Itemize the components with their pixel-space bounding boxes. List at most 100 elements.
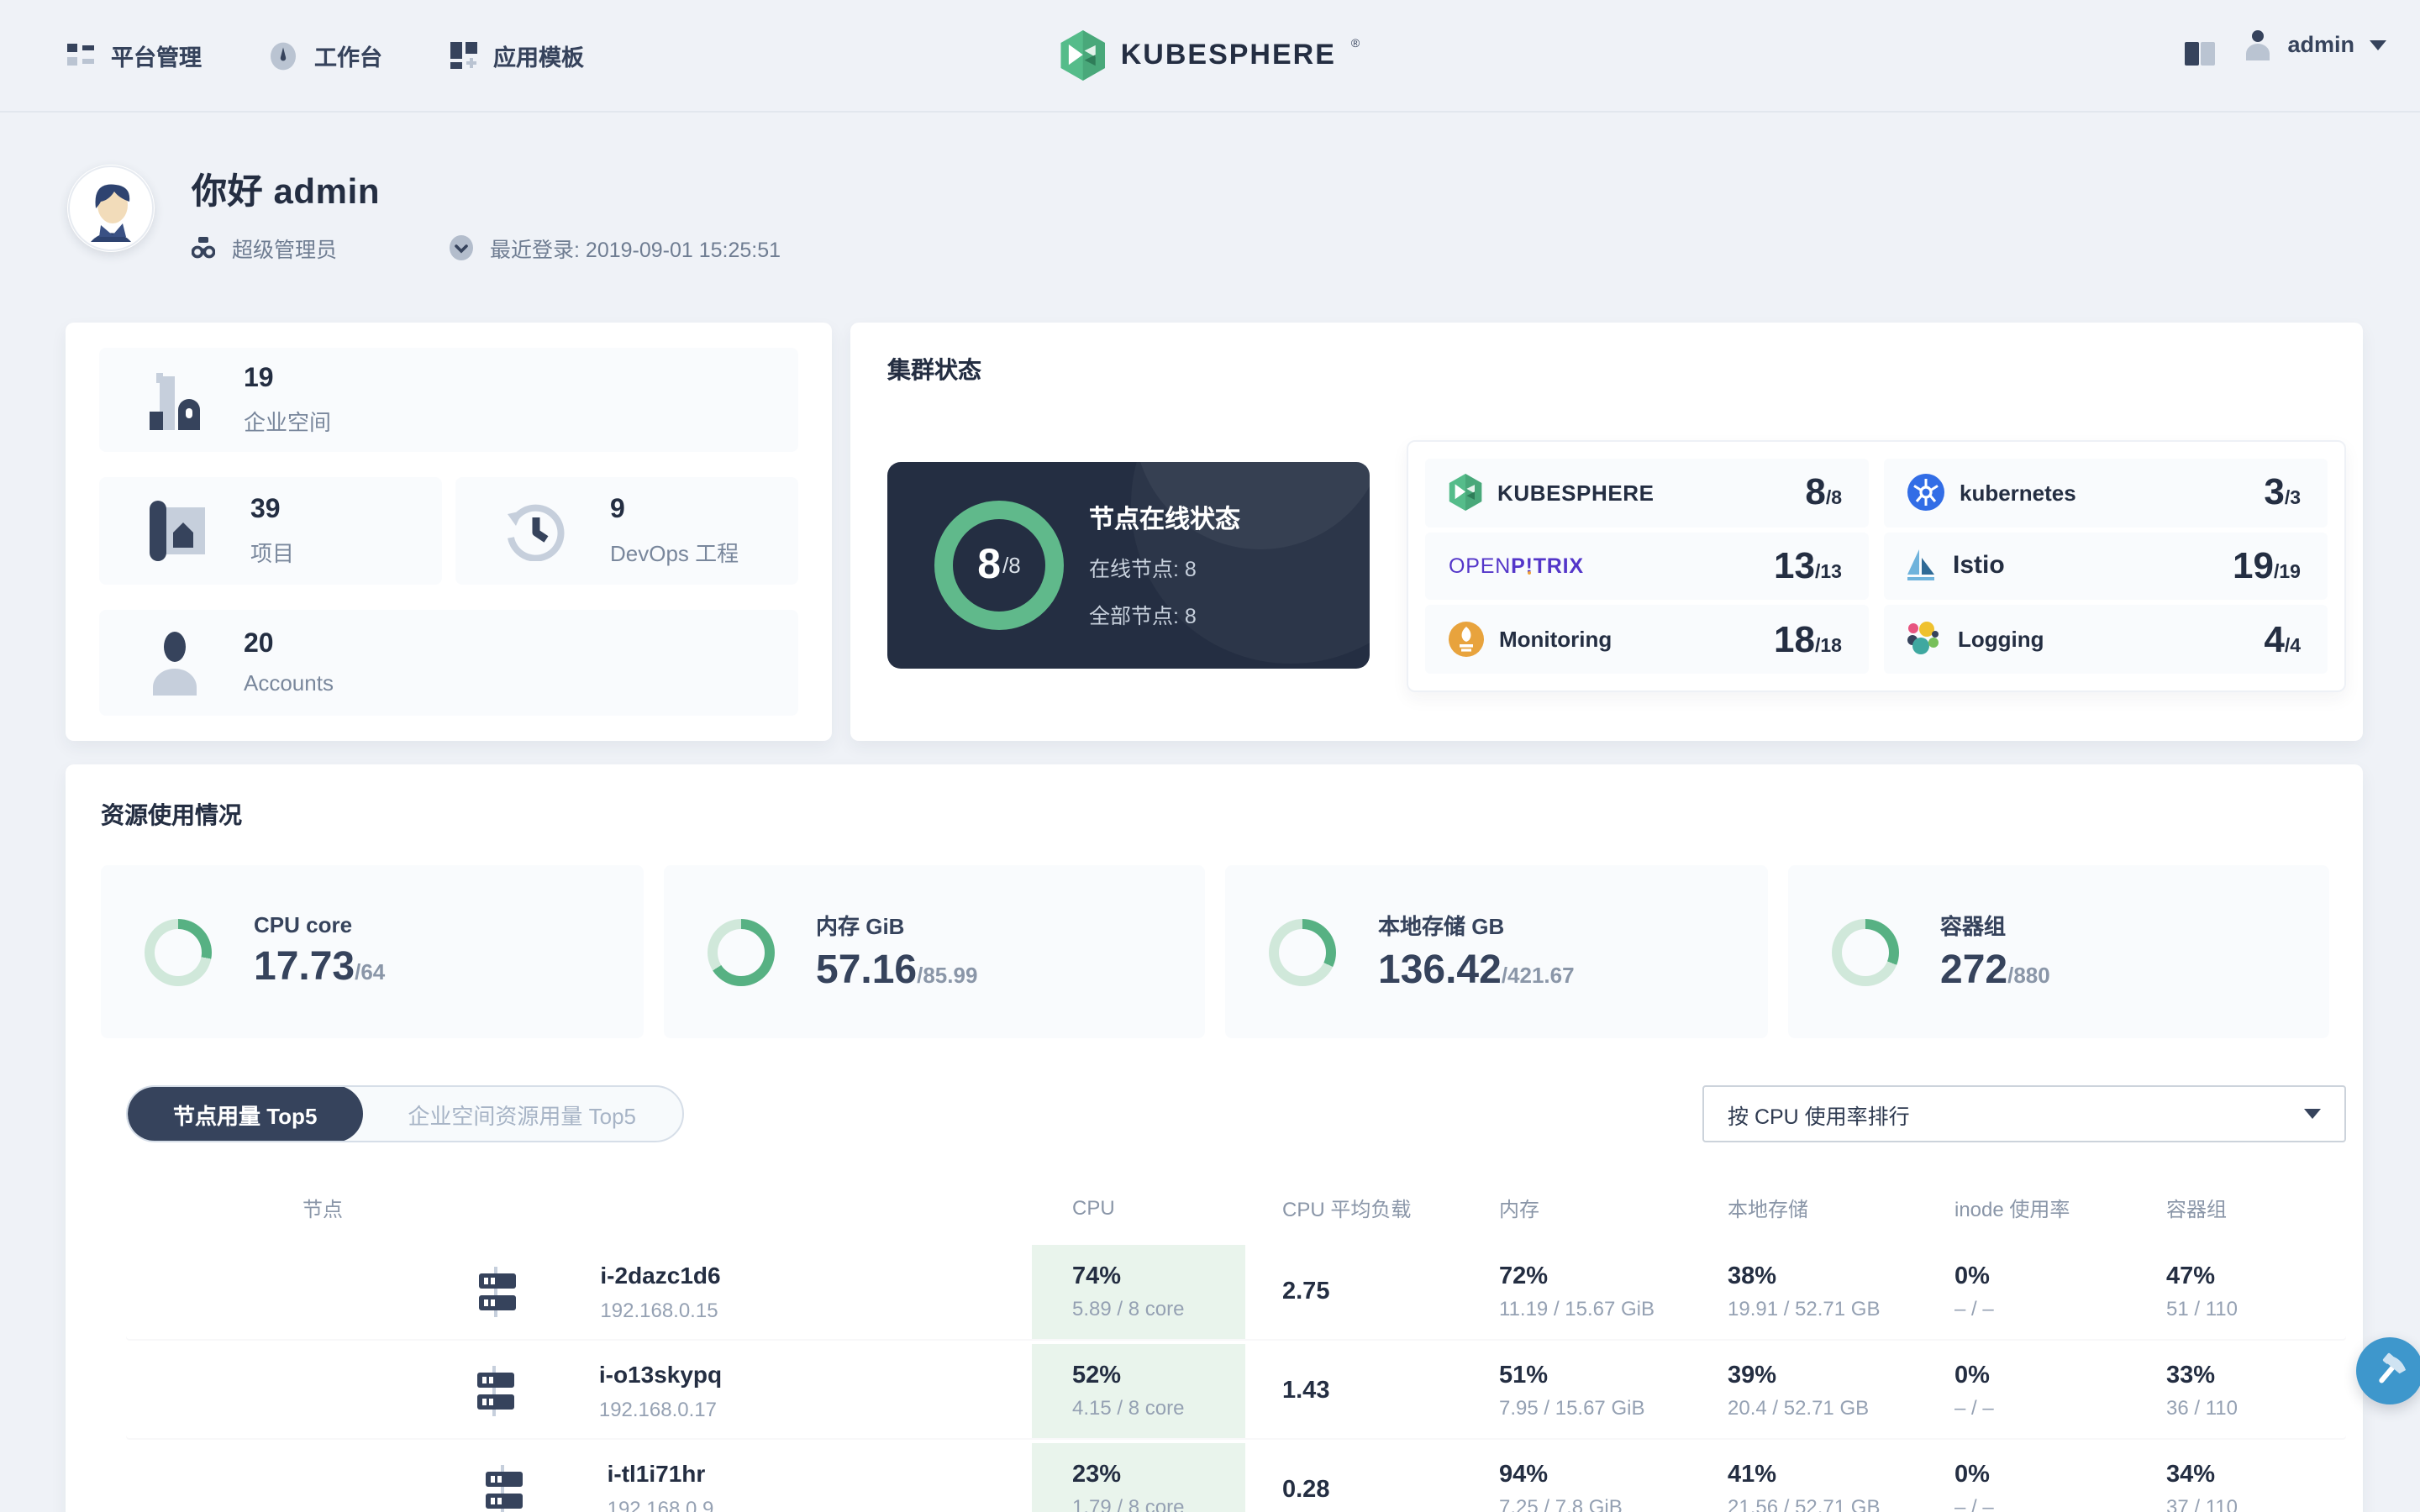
table-row[interactable]: i-tl1i71hr 192.168.0.9 23% 1.79 / 8 core…: [126, 1443, 2346, 1512]
pods-detail: 37 / 110: [2166, 1495, 2238, 1512]
cpu-percent: 52%: [1072, 1362, 1122, 1389]
memory-detail: 11.19 / 15.67 GiB: [1499, 1297, 1655, 1320]
resource-card-storage: 本地存储 GB 136.42 /421.67: [1225, 865, 1767, 1038]
nav-item-platform[interactable]: 平台管理: [67, 39, 202, 72]
component-total: /13: [1815, 562, 1842, 583]
summary-row-2: 39 项目 9 DevOps 工程: [99, 477, 798, 585]
node-ip: 192.168.0.17: [598, 1398, 717, 1421]
node-status-info: 节点在线状态 在线节点: 8 全部节点: 8: [1089, 501, 1240, 630]
table-row[interactable]: i-2dazc1d6 192.168.0.15 74% 5.89 / 8 cor…: [126, 1245, 2346, 1339]
summary-value: 9: [610, 495, 625, 523]
resource-usage-title: 资源使用情况: [101, 801, 242, 828]
component-count: 18 /18: [1774, 617, 1842, 661]
cpu-detail: 5.89 / 8 core: [1072, 1297, 1185, 1320]
component-ready: 8: [1805, 470, 1826, 513]
table-controls: 节点用量 Top5 企业空间资源用量 Top5 按 CPU 使用率排行: [126, 1085, 2346, 1142]
tab-workspace-usage-top5[interactable]: 企业空间资源用量 Top5: [362, 1087, 681, 1141]
load-cell: 0.28: [1245, 1443, 1459, 1512]
user-avatar-icon: [2246, 30, 2270, 60]
component-count: 4 /4: [2264, 617, 2301, 661]
workbench-icon: [271, 41, 296, 70]
node-status-heading: 节点在线状态: [1089, 506, 1241, 534]
memory-percent: 72%: [1499, 1263, 1549, 1290]
node-id-block: i-2dazc1d6 192.168.0.15: [600, 1262, 720, 1322]
storage-percent: 38%: [1728, 1263, 1777, 1290]
summary-value: 19: [244, 364, 274, 392]
nav-item-app-templates[interactable]: 应用模板: [450, 39, 584, 72]
sort-select[interactable]: 按 CPU 使用率排行: [1702, 1085, 2346, 1142]
project-icon: [150, 501, 205, 561]
node-name: i-tl1i71hr: [607, 1460, 706, 1487]
istio-icon: [1907, 549, 1934, 580]
cpu-load: 0.28: [1282, 1477, 1330, 1504]
column-header-inode: inode 使用率: [1954, 1197, 2070, 1221]
node-cell: i-o13skypq 192.168.0.17: [126, 1344, 1032, 1438]
component-total: /8: [1825, 489, 1842, 510]
memory-percent: 94%: [1499, 1462, 1549, 1488]
nav-item-workbench[interactable]: 工作台: [269, 39, 382, 72]
kubesphere-component-icon: [1449, 474, 1482, 512]
component-total: /3: [2284, 489, 2301, 510]
summary-tile-workspaces[interactable]: 19 企业空间: [99, 348, 798, 452]
column-header-load: CPU 平均负载: [1282, 1197, 1412, 1221]
summary-label: DevOps 工程: [610, 540, 739, 565]
toolbox-fab-button[interactable]: [2356, 1337, 2420, 1404]
cpu-usage-ring: [145, 918, 212, 985]
summary-tile-devops[interactable]: 9 DevOps 工程: [455, 477, 798, 585]
inode-detail: – / –: [1954, 1396, 1994, 1420]
cpu-detail: 1.79 / 8 core: [1072, 1495, 1185, 1512]
nav-item-label: 工作台: [314, 45, 382, 71]
inode-percent: 0%: [1954, 1263, 1990, 1290]
load-cell: 2.75: [1245, 1245, 1459, 1339]
storage-cell: 41% 21.56 / 52.71 GB: [1687, 1443, 1914, 1512]
resource-total: /85.99: [917, 963, 978, 988]
tab-node-usage-top5[interactable]: 节点用量 Top5: [128, 1087, 363, 1141]
kubesphere-logo[interactable]: KUBESPHERE ®: [1060, 30, 1360, 81]
summary-tile-accounts[interactable]: 20 Accounts: [99, 610, 798, 716]
resource-card-memory: 内存 GiB 57.16 /85.99: [663, 865, 1205, 1038]
usage-tabs: 节点用量 Top5 企业空间资源用量 Top5: [126, 1085, 684, 1142]
node-status-donut: 8 /8: [934, 501, 1064, 630]
cpu-load: 1.43: [1282, 1378, 1330, 1404]
table-header: 节点 CPU CPU 平均负载 内存 本地存储 inode 使用率 容器组: [126, 1183, 2346, 1233]
cpu-cell: 23% 1.79 / 8 core: [1032, 1443, 1245, 1512]
storage-detail: 20.4 / 52.71 GB: [1728, 1396, 1870, 1420]
pods-percent: 47%: [2166, 1263, 2216, 1290]
component-total: /19: [2274, 562, 2301, 583]
component-total: /18: [1815, 636, 1842, 657]
nav-item-label: 平台管理: [111, 45, 202, 71]
inode-percent: 0%: [1954, 1362, 1990, 1389]
node-server-icon: [477, 1366, 515, 1416]
kubesphere-logo-icon: [1060, 30, 1105, 81]
nodes-online-line: 在线节点: 8: [1089, 558, 1197, 581]
pods-cell: 47% 51 / 110: [2126, 1245, 2346, 1339]
username: admin: [2287, 32, 2354, 57]
resource-cards: CPU core 17.73 /64 内存 GiB 57.16 /85.99 本…: [101, 865, 2329, 1038]
openpitrix-logo: OPENP! TRIX: [1449, 554, 1584, 578]
node-cell: i-tl1i71hr 192.168.0.9: [126, 1443, 1032, 1512]
component-ready: 3: [2264, 470, 2285, 513]
node-ip: 192.168.0.15: [600, 1299, 718, 1322]
summary-label: Accounts: [244, 670, 334, 696]
accounts-icon: [153, 631, 197, 695]
node-id-block: i-o13skypq 192.168.0.17: [599, 1361, 722, 1421]
kubesphere-dashboard: 平台管理 工作台 应用模板 KUBESPHERE ® admin 你好 admi…: [0, 0, 2420, 1512]
resource-used: 272: [1940, 948, 2008, 993]
user-menu[interactable]: admin: [2244, 29, 2386, 60]
storage-cell: 38% 19.91 / 52.71 GB: [1687, 1245, 1914, 1339]
table-row[interactable]: i-o13skypq 192.168.0.17 52% 4.15 / 8 cor…: [126, 1344, 2346, 1438]
resource-used: 17.73: [254, 944, 355, 990]
resource-card-cpu: CPU core 17.73 /64: [101, 865, 643, 1038]
cpu-cell: 52% 4.15 / 8 core: [1032, 1344, 1245, 1438]
hammer-icon: [2379, 1352, 2407, 1383]
chevron-down-icon: [2370, 39, 2386, 50]
resource-card-pods: 容器组 272 /880: [1787, 865, 2329, 1038]
storage-detail: 19.91 / 52.71 GB: [1728, 1297, 1881, 1320]
docs-button[interactable]: [2185, 40, 2215, 76]
summary-tile-projects[interactable]: 39 项目: [99, 477, 442, 585]
summary-card: 19 企业空间 39 项目 9 DevOps 工程 20 Accounts: [66, 323, 832, 741]
resource-label: 容器组: [1940, 914, 2007, 939]
node-online-status-card: 8 /8 节点在线状态 在线节点: 8 全部节点: 8: [887, 462, 1370, 669]
summary-tile-text: 19 企业空间: [244, 364, 331, 436]
load-cell: 1.43: [1245, 1344, 1459, 1438]
